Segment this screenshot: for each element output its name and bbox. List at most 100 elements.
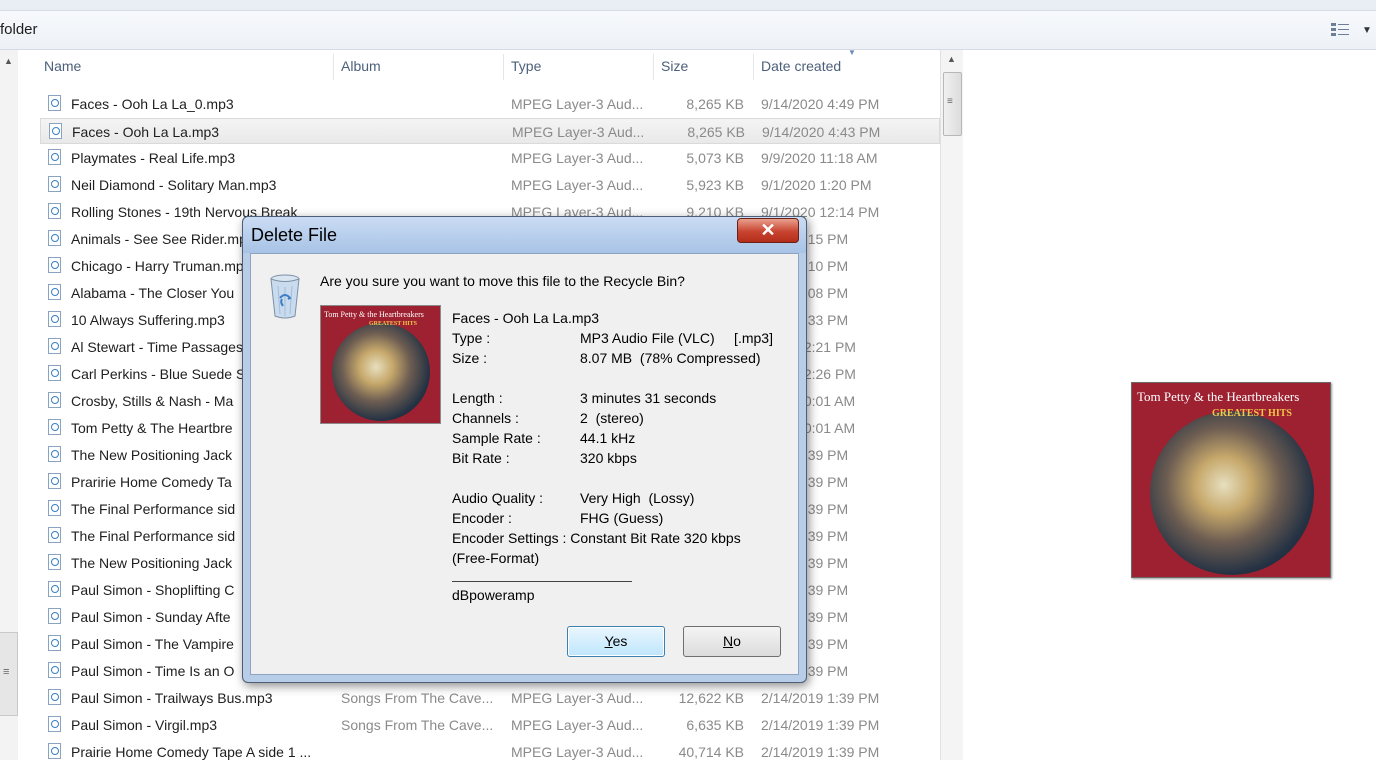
date-created-cell: 9/14/2020 4:49 PM [761,96,880,112]
column-header-date-created[interactable]: Date created [761,50,841,82]
type-cell: MPEG Layer-3 Aud... [511,744,644,760]
table-row[interactable]: Prairie Home Comedy Tape A side 1 ... MPE… [40,739,940,760]
scroll-up-arrow-icon[interactable]: ▲ [947,54,956,64]
table-row[interactable]: Faces - Ooh La La_0.mp3 MPEG Layer-3 Aud.… [40,91,940,117]
album-art-disc [332,323,430,421]
dialog-album-art: Tom Petty & the Heartbreakers GREATEST H… [320,305,441,424]
column-divider[interactable] [753,54,754,80]
size-cell: 5,923 KB [686,177,744,193]
file-name: Faces - Ooh La La.mp3 [452,310,600,326]
recycle-bin-icon [270,274,300,319]
view-dropdown-icon[interactable]: ▼ [1362,25,1372,36]
column-header-type[interactable]: Type [511,50,541,82]
audio-file-icon [48,338,61,354]
column-header-row: Name Album Type Size Date created ▼ [18,48,940,82]
column-header-album[interactable]: Album [341,50,381,82]
album-art-preview: Tom Petty & the Heartbreakers GREATEST H… [1131,382,1331,578]
info-divider [452,581,632,582]
dialog-title: Delete File [251,225,338,245]
info-row-encoder-settings: Encoder Settings : Constant Bit Rate 320… [452,530,741,546]
column-divider[interactable] [333,54,334,80]
audio-file-icon [48,257,61,273]
column-header-name[interactable]: Name [44,50,81,82]
type-cell: MPEG Layer-3 Aud... [511,717,644,733]
size-cell: 6,635 KB [686,717,744,733]
no-label: o [733,633,741,649]
scroll-grip-icon: ≡ [947,96,953,107]
album-cell [342,119,502,145]
yes-accelerator: Y [604,633,613,649]
file-name-cell: Prairie Home Comedy Tape A side 1 ... [71,744,312,760]
audio-file-icon [48,392,61,408]
album-cell [341,739,501,760]
view-options-icon[interactable] [1330,22,1350,38]
type-cell: MPEG Layer-3 Aud... [511,150,644,166]
audio-file-icon [48,446,61,462]
type-cell: MPEG Layer-3 Aud... [511,96,644,112]
size-cell: 40,714 KB [678,744,744,760]
audio-file-icon [48,581,61,597]
file-name-cell: Neil Diamond - Solitary Man.mp3 [71,177,277,193]
delete-file-dialog: Delete File ✕ Are you sure you want to m… [242,216,807,683]
table-row[interactable]: Neil Diamond - Solitary Man.mp3 MPEG Laye… [40,172,940,198]
table-row[interactable]: Paul Simon - Trailways Bus.mp3 Songs From… [40,685,940,711]
audio-file-icon [49,123,62,139]
size-cell: 8,265 KB [686,96,744,112]
table-row[interactable]: Playmates - Real Life.mp3 MPEG Layer-3 Au… [40,145,940,171]
dialog-title-bar[interactable]: Delete File ✕ [243,217,806,253]
date-created-cell: 9/1/2020 1:20 PM [761,177,872,193]
nav-pane-scrollbar[interactable]: ▲ ≡ [0,50,18,760]
album-art-disc [1150,411,1314,575]
album-art-title: GREATEST HITS [1212,408,1292,419]
file-name-cell: Faces - Ooh La La_0.mp3 [71,96,234,112]
confirm-question: Are you sure you want to move this file … [320,273,685,289]
size-cell: 12,622 KB [678,690,744,706]
scroll-up-arrow-icon[interactable]: ▲ [4,56,13,66]
audio-file-icon [48,203,61,219]
audio-file-icon [48,149,61,165]
audio-file-icon [48,500,61,516]
file-list-scrollbar[interactable]: ▲ ≡ [940,50,963,760]
album-cell: Songs From The Cave... [341,690,494,706]
address-bar[interactable]: folder ▼ [0,11,1376,50]
table-row[interactable]: Faces - Ooh La La.mp3 MPEG Layer-3 Aud...… [40,118,940,144]
column-divider[interactable] [653,54,654,80]
close-button[interactable]: ✕ [737,218,799,243]
no-button[interactable]: No [683,626,781,657]
breadcrumb-folder[interactable]: folder [0,21,38,38]
column-header-size[interactable]: Size [661,50,688,82]
column-divider[interactable] [503,54,504,80]
album-art-artist: Tom Petty & the Heartbreakers [324,310,424,319]
yes-label: es [612,633,628,649]
audio-file-icon [48,230,61,246]
audio-file-icon [48,635,61,651]
type-cell: MPEG Layer-3 Aud... [511,177,644,193]
type-cell: MPEG Layer-3 Aud... [511,690,644,706]
audio-file-icon [48,527,61,543]
info-row-encoder-settings-cont: (Free-Format) [452,550,540,566]
date-created-cell: 9/9/2020 11:18 AM [761,150,878,166]
table-row[interactable]: Paul Simon - Virgil.mp3 Songs From The Ca… [40,712,940,738]
album-cell: Songs From The Cave... [341,717,494,733]
album-cell [341,145,501,171]
audio-file-icon [48,716,61,732]
audio-file-icon [48,311,61,327]
file-name-cell: Paul Simon - Virgil.mp3 [71,717,218,733]
album-art-title: GREATEST HITS [369,321,417,327]
file-name-cell: Playmates - Real Life.mp3 [71,150,236,166]
no-accelerator: N [723,633,734,649]
window-top-strip [0,0,1376,11]
file-name-cell: Faces - Ooh La La.mp3 [72,124,220,140]
date-created-cell: 2/14/2019 1:39 PM [761,690,880,706]
scroll-grip-icon: ≡ [3,666,10,678]
date-created-cell: 9/14/2020 4:43 PM [762,124,881,140]
album-cell [341,172,501,198]
audio-file-icon [48,95,61,111]
yes-button[interactable]: Yes [567,626,665,657]
album-cell [341,91,501,117]
size-cell: 8,265 KB [687,124,745,140]
type-cell: MPEG Layer-3 Aud... [512,124,645,140]
audio-file-icon [48,176,61,192]
audio-file-icon [48,419,61,435]
audio-file-icon [48,689,61,705]
